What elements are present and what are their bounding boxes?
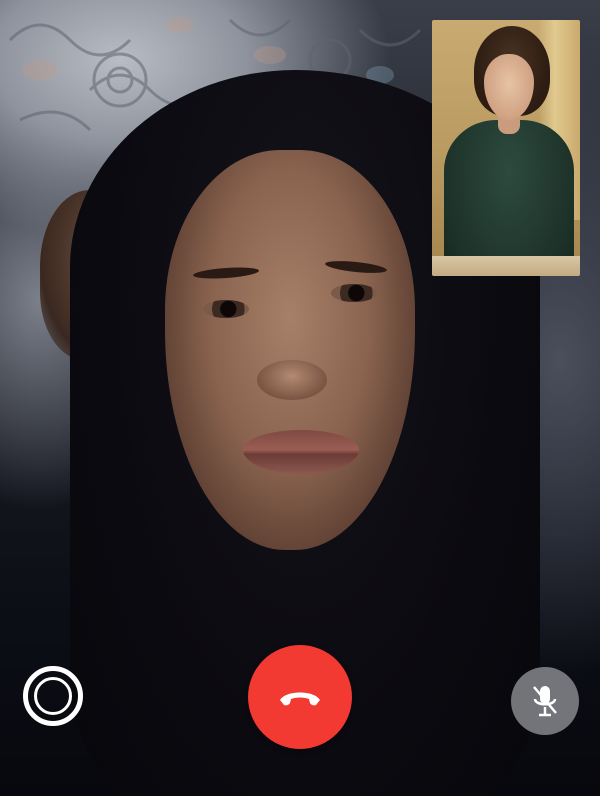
mute-button[interactable] [511,667,579,735]
right-eyebrow [324,258,388,276]
microphone-muted-icon [533,686,557,717]
video-call-screen [0,0,600,796]
left-eye [203,300,249,318]
pip-sweater [444,120,574,276]
capture-button[interactable] [18,661,88,731]
camera-shutter-icon [23,666,83,726]
pip-table [432,256,580,276]
call-controls [0,640,600,750]
nose [257,360,327,400]
phone-hangup-icon [280,692,320,706]
end-call-button[interactable] [248,645,352,749]
self-view-video[interactable] [432,20,580,276]
lips [243,430,359,474]
shutter-inner-ring [34,677,72,715]
right-eye [331,284,377,302]
left-eyebrow [192,265,260,281]
